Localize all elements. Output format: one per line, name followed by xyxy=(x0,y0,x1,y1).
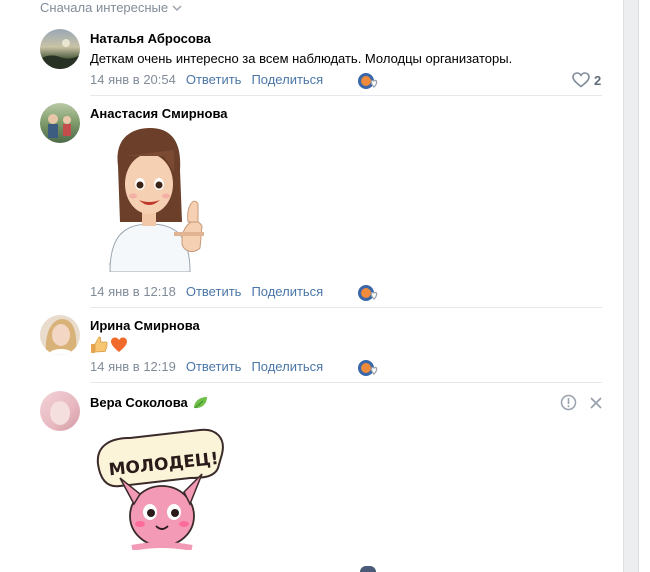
reply-button[interactable]: Ответить xyxy=(186,359,242,374)
comment-author[interactable]: Наталья Абросова xyxy=(90,31,211,46)
thumbs-up-icon xyxy=(91,336,108,353)
comment-author[interactable]: Вера Соколова xyxy=(90,395,208,410)
share-button[interactable]: Поделиться xyxy=(251,72,323,87)
reaction-icon[interactable] xyxy=(356,358,384,378)
divider xyxy=(90,95,602,96)
share-button[interactable]: Поделиться xyxy=(251,359,323,374)
reaction-icon-partial xyxy=(360,566,376,572)
leaf-icon xyxy=(193,396,207,408)
sticker-molodets: МОЛОДЕЦ! xyxy=(96,428,224,550)
like-count: 2 xyxy=(594,72,602,88)
divider xyxy=(90,307,602,308)
author-name: Вера Соколова xyxy=(90,395,188,410)
comments-card: Сначала интересные Наталья Абросова Детк… xyxy=(0,0,624,572)
sort-label: Сначала интересные xyxy=(40,0,169,15)
reply-button[interactable]: Ответить xyxy=(186,284,242,299)
comment-meta: 14 янв в 12:18 Ответить Поделиться xyxy=(90,284,323,299)
divider xyxy=(90,382,602,383)
avatar[interactable] xyxy=(40,103,80,143)
close-icon[interactable] xyxy=(589,396,603,410)
sticker-girl-thumbs-up xyxy=(108,128,204,272)
heart-icon xyxy=(572,72,590,88)
comment-text: Деткам очень интересно за всем наблюдать… xyxy=(90,51,513,66)
emoji-text xyxy=(90,336,128,354)
comment-meta: 14 янв в 12:19 Ответить Поделиться xyxy=(90,359,323,374)
like-button[interactable]: 2 xyxy=(572,72,601,88)
comment-meta: 14 янв в 20:54 Ответить Поделиться xyxy=(90,72,323,87)
comment-time[interactable]: 14 янв в 12:18 xyxy=(90,284,176,299)
chevron-down-icon xyxy=(172,5,182,11)
comment-author[interactable]: Ирина Смирнова xyxy=(90,318,200,333)
avatar[interactable] xyxy=(40,29,80,69)
reaction-icon[interactable] xyxy=(356,71,384,91)
side-panel xyxy=(638,0,650,572)
comment-actions xyxy=(560,394,603,411)
reply-button[interactable]: Ответить xyxy=(186,72,242,87)
comment-time[interactable]: 14 янв в 12:19 xyxy=(90,359,176,374)
comment-time[interactable]: 14 янв в 20:54 xyxy=(90,72,176,87)
avatar[interactable] xyxy=(40,391,80,431)
share-button[interactable]: Поделиться xyxy=(251,284,323,299)
comment-author[interactable]: Анастасия Смирнова xyxy=(90,106,228,121)
sort-dropdown[interactable]: Сначала интересные xyxy=(40,0,182,15)
reaction-icon[interactable] xyxy=(356,283,384,303)
avatar[interactable] xyxy=(40,315,80,355)
report-icon[interactable] xyxy=(560,394,577,411)
heart-emoji-icon xyxy=(111,337,127,352)
